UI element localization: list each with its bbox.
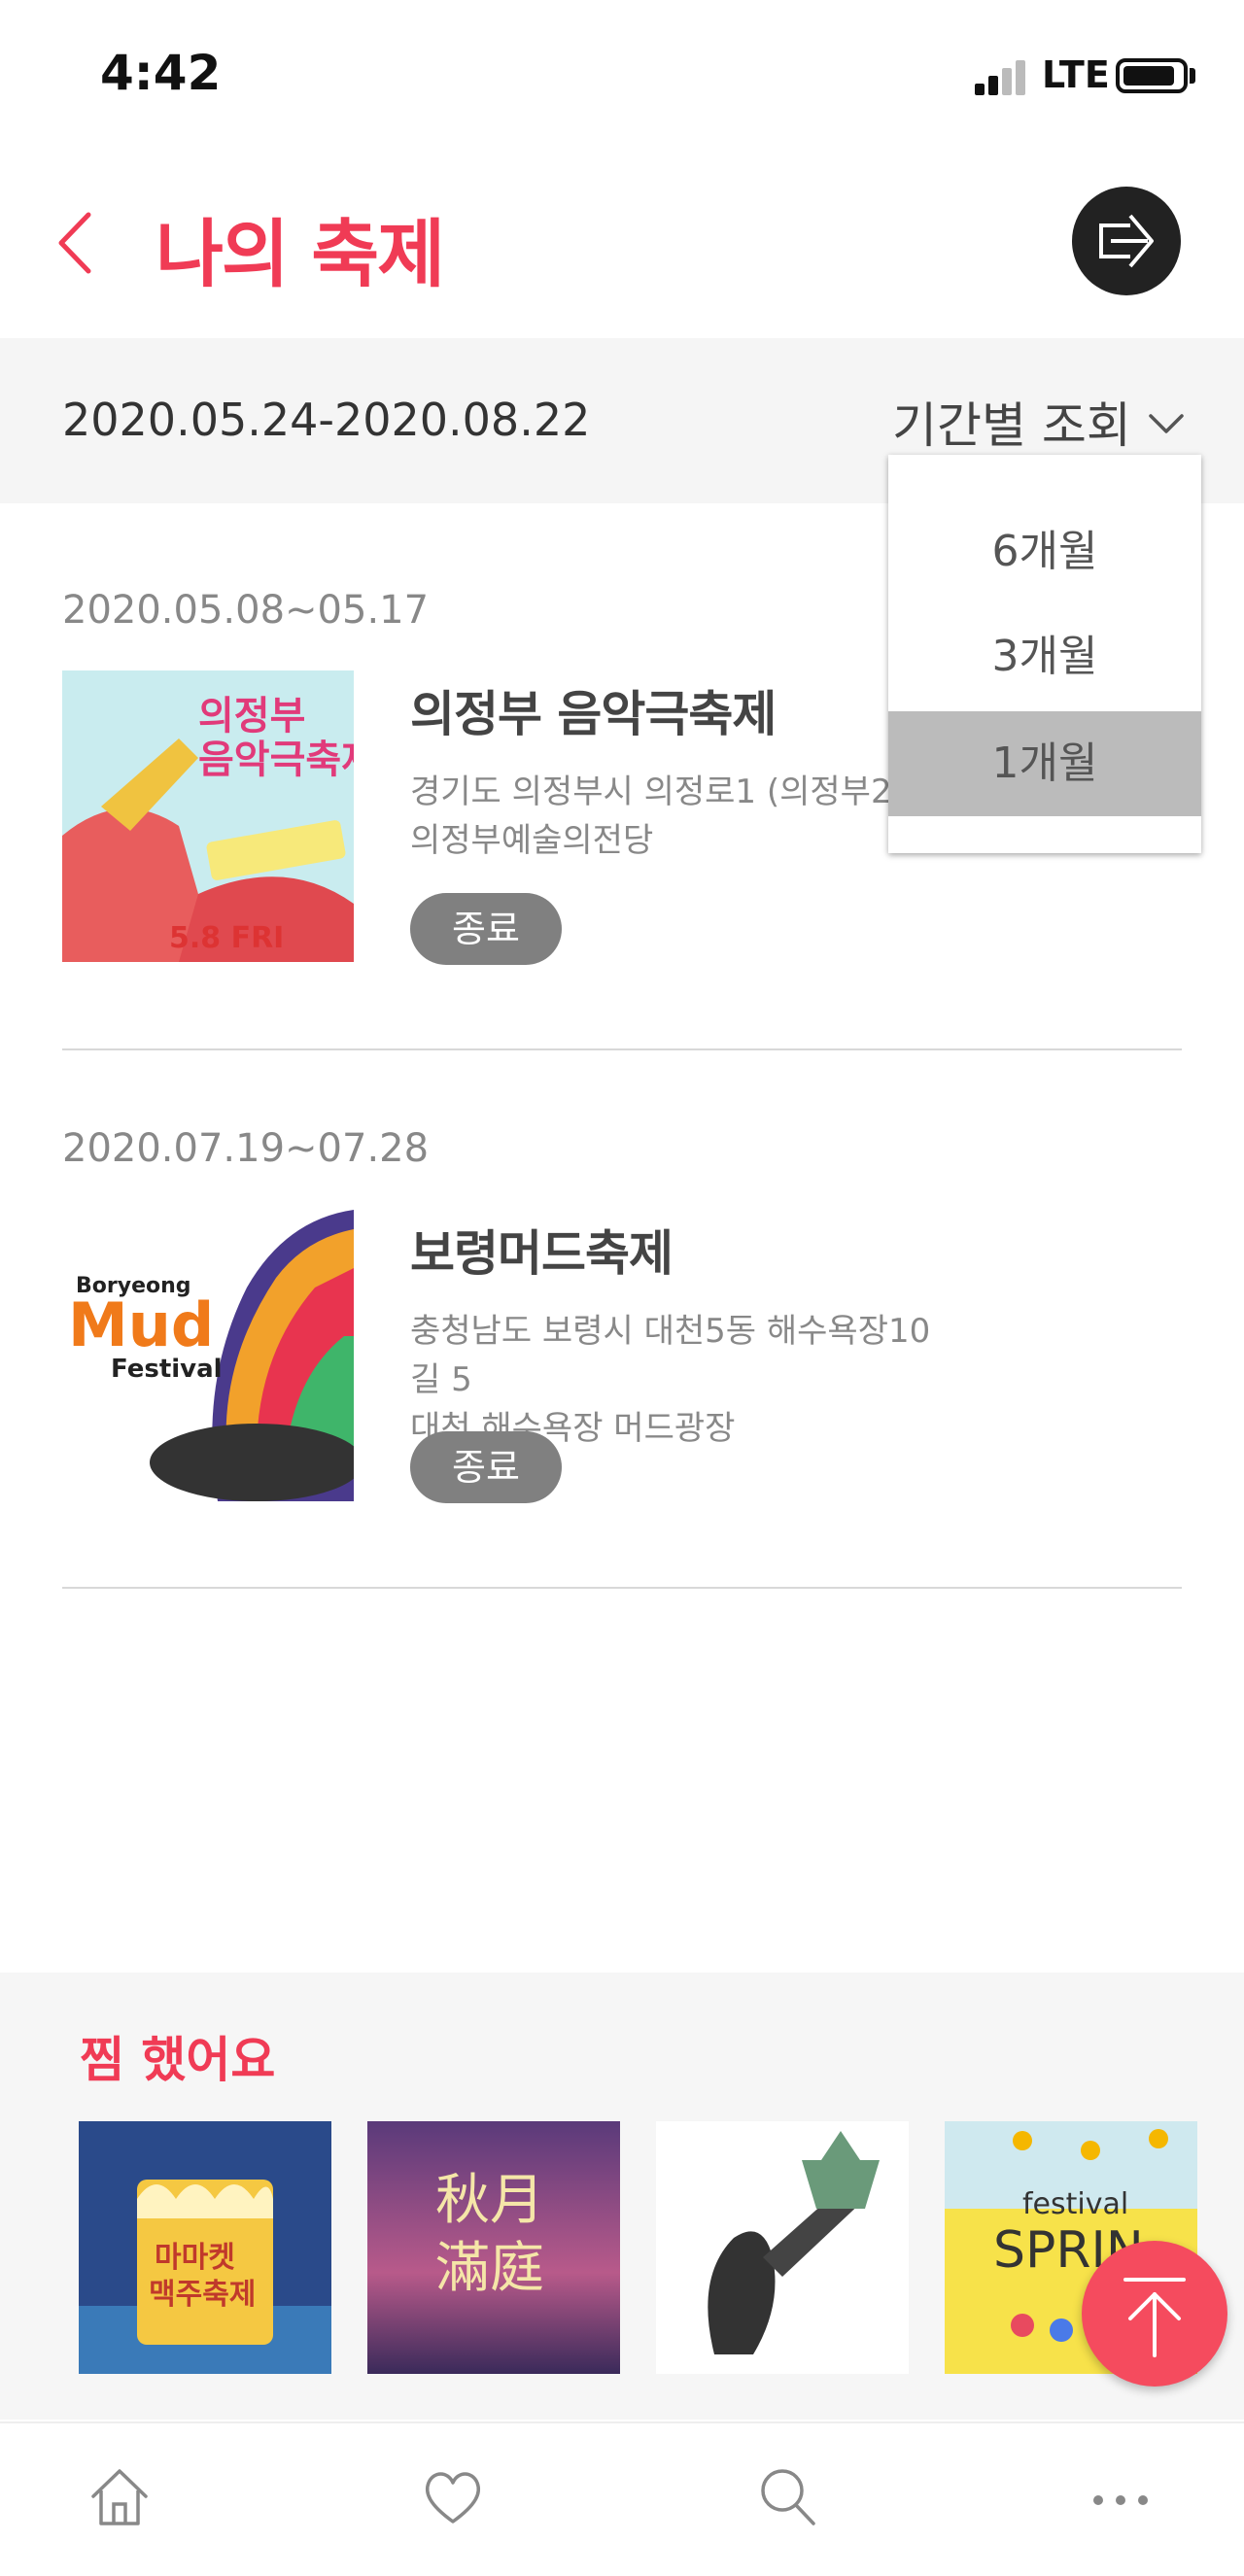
divider	[62, 1048, 1182, 1050]
favorites-title: 찜 했어요	[80, 2032, 276, 2088]
battery-icon	[1116, 58, 1188, 93]
festival-date: 2020.05.08~05.17	[62, 588, 430, 633]
chevron-down-icon[interactable]	[1147, 408, 1186, 437]
favorite-thumbnail[interactable]: 秋月 滿庭	[367, 2121, 620, 2374]
search-icon[interactable]	[753, 2463, 821, 2531]
svg-text:마마켓: 마마켓	[155, 2241, 235, 2275]
period-option-6m[interactable]: 6개월	[888, 499, 1201, 604]
festival-poster[interactable]: 의정부 음악극축제 5.8 FRI	[62, 670, 354, 962]
svg-text:맥주축제: 맥주축제	[149, 2278, 256, 2312]
festival-address: 경기도 의정부시 의정로1 (의정부2동 의정부예술의전당	[410, 768, 954, 865]
address-line: 경기도 의정부시 의정로1 (의정부2동	[410, 773, 922, 811]
period-option-3m[interactable]: 3개월	[888, 604, 1201, 709]
address-line: 의정부예술의전당	[410, 821, 654, 860]
back-button[interactable]	[53, 209, 102, 277]
period-select[interactable]: 기간별 조회	[892, 387, 1131, 457]
address-line: 충청남도 보령시 대천5동 해수욕장10길 5	[410, 1312, 931, 1399]
date-range: 2020.05.24-2020.08.22	[62, 394, 591, 446]
period-dropdown: 6개월 3개월 1개월	[888, 455, 1201, 853]
signal-icon	[975, 56, 1033, 95]
status-time: 4:42	[100, 45, 222, 101]
status-badge: 종료	[410, 893, 562, 965]
page-title: 나의 축제	[156, 211, 445, 297]
home-icon[interactable]	[86, 2463, 154, 2531]
festival-name[interactable]: 의정부 음악극축제	[410, 675, 777, 745]
scroll-top-button[interactable]	[1082, 2241, 1227, 2387]
exit-button[interactable]	[1072, 187, 1181, 295]
festival-poster[interactable]: Boryeong Mud Festival	[62, 1210, 354, 1501]
chevron-left-icon	[58, 212, 91, 274]
svg-text:5.8 FRI: 5.8 FRI	[169, 921, 284, 955]
favorite-thumbnail[interactable]	[656, 2121, 909, 2374]
svg-text:Mud: Mud	[68, 1289, 214, 1360]
network-label: LTE	[1042, 53, 1110, 96]
festival-name[interactable]: 보령머드축제	[410, 1215, 674, 1285]
svg-text:滿庭: 滿庭	[435, 2237, 544, 2300]
svg-text:festival: festival	[1022, 2187, 1128, 2221]
svg-text:음악극축제: 음악극축제	[198, 738, 354, 782]
status-badge: 종료	[410, 1431, 562, 1503]
exit-icon	[1099, 214, 1154, 268]
bottom-nav	[0, 2421, 1244, 2576]
svg-text:의정부: 의정부	[198, 694, 305, 738]
heart-icon[interactable]	[419, 2463, 487, 2531]
svg-text:秋月: 秋月	[435, 2169, 544, 2232]
divider	[62, 1587, 1182, 1589]
more-icon[interactable]	[1087, 2463, 1155, 2531]
period-option-1m[interactable]: 1개월	[888, 711, 1201, 816]
favorite-thumbnail[interactable]: 마마켓 맥주축제	[79, 2121, 331, 2374]
battery-tip	[1190, 68, 1195, 84]
arrow-up-icon	[1123, 2278, 1186, 2357]
svg-text:Festival: Festival	[111, 1355, 223, 1384]
festival-date: 2020.07.19~07.28	[62, 1126, 430, 1171]
